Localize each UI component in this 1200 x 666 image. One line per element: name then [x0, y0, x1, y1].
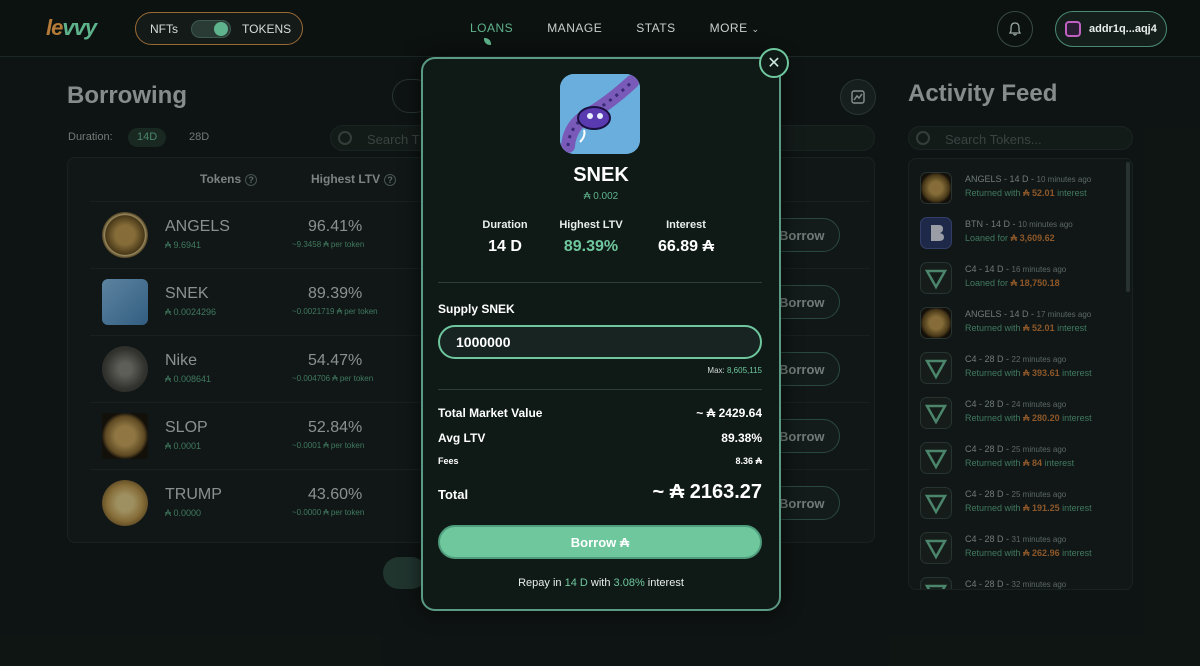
wallet-button[interactable]: addr1q...aqj4: [1055, 11, 1167, 47]
toggle-nfts-label: NFTs: [150, 22, 178, 36]
stat-value: 89.39%: [563, 238, 619, 255]
total-market-value-row: Total Market Value ~ ₳ 2429.64: [438, 406, 762, 420]
top-nav: levvy NFTs TOKENS LOANS MANAGE STATS MOR…: [0, 0, 1200, 57]
notification-button[interactable]: [997, 11, 1033, 47]
avg-ltv-label: Avg LTV: [438, 431, 486, 445]
avg-ltv-value: 89.38%: [721, 431, 762, 445]
levvy-logo[interactable]: levvy: [46, 15, 97, 41]
nav-stats[interactable]: STATS: [636, 21, 675, 35]
nft-token-toggle[interactable]: NFTs TOKENS: [135, 12, 303, 45]
snek-token-logo: [560, 74, 640, 154]
stat-highest-ltv: Highest LTV 89.39%: [541, 219, 641, 256]
supply-amount-input[interactable]: [438, 325, 762, 359]
wallet-address: addr1q...aqj4: [1089, 23, 1157, 35]
total-market-label: Total Market Value: [438, 406, 543, 420]
close-button[interactable]: ✕: [759, 48, 789, 78]
nav-more[interactable]: MORE ⌄: [710, 21, 760, 35]
nav-loans[interactable]: LOANS: [470, 21, 513, 45]
supply-label: Supply SNEK: [438, 302, 515, 316]
total-label: Total: [438, 487, 469, 502]
leaf-icon: [484, 38, 491, 45]
stat-value: 66.89 ₳: [657, 238, 715, 255]
modal-token-price: ₳ 0.002: [583, 191, 619, 202]
fees-label: Fees: [438, 456, 459, 466]
bell-icon: [1008, 22, 1022, 36]
stat-duration: Duration 14 D: [455, 219, 555, 256]
stat-label: Duration: [482, 219, 528, 231]
repay-info: Repay in 14 D with 3.08% interest: [518, 577, 684, 589]
total-row: Total ~ ₳ 2163.27: [438, 481, 762, 504]
wallet-icon: [1065, 21, 1081, 37]
avg-ltv-row: Avg LTV 89.38%: [438, 431, 762, 445]
divider: [438, 282, 762, 283]
fees-value: 8.36 ₳: [735, 456, 762, 466]
stat-label: Interest: [666, 219, 706, 231]
nav-manage[interactable]: MANAGE: [547, 21, 602, 35]
borrow-submit-button[interactable]: Borrow ₳: [438, 525, 762, 559]
close-icon: ✕: [767, 55, 781, 72]
toggle-tokens-label: TOKENS: [242, 22, 292, 36]
chevron-down-icon: ⌄: [751, 24, 760, 34]
total-market-value: ~ ₳ 2429.64: [696, 406, 762, 420]
stat-interest: Interest 66.89 ₳: [636, 219, 736, 256]
total-value: ~ ₳ 2163.27: [652, 481, 762, 503]
toggle-switch[interactable]: [191, 20, 231, 38]
max-supply[interactable]: Max: 8,605,115: [438, 366, 762, 375]
stat-label: Highest LTV: [559, 219, 623, 231]
modal-token-name: SNEK: [573, 164, 629, 186]
stat-value: 14 D: [488, 238, 522, 255]
fees-row: Fees 8.36 ₳: [438, 456, 762, 466]
nav-links: LOANS MANAGE STATS MORE ⌄: [470, 21, 793, 45]
divider: [438, 389, 762, 390]
